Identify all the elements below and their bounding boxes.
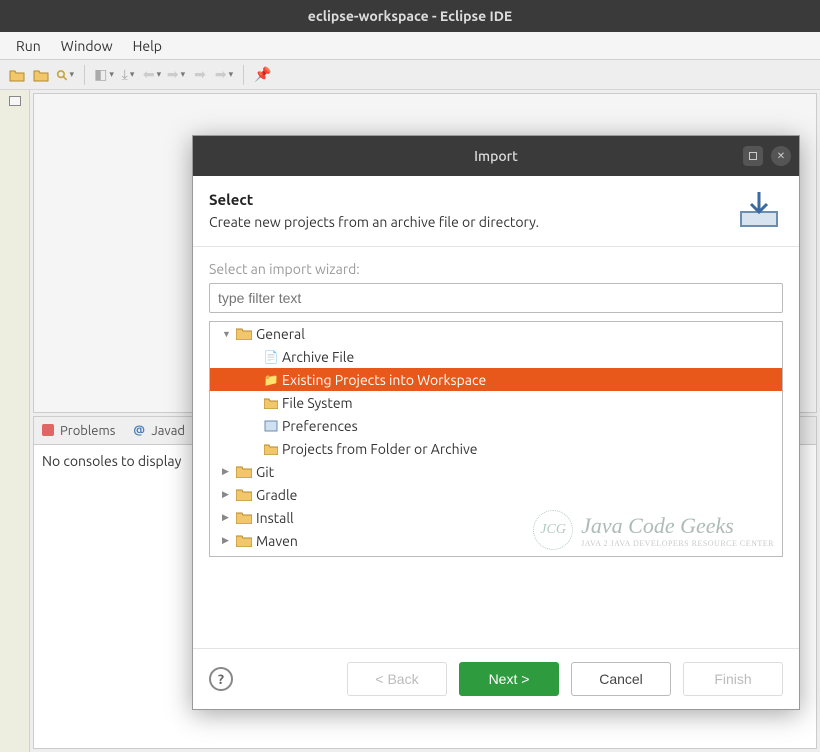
nav-icon[interactable]: ⤓ — [119, 66, 137, 84]
menubar: Run Window Help — [0, 32, 820, 60]
file-system-icon — [264, 396, 278, 410]
tree-node-archive-file[interactable]: 📄 Archive File — [210, 345, 782, 368]
dialog-header-title: Select — [209, 191, 539, 208]
chevron-down-icon: ▼ — [222, 329, 232, 339]
tree-label-projectsfolder: Projects from Folder or Archive — [282, 441, 478, 457]
tree-label-existing: Existing Projects into Workspace — [282, 372, 486, 388]
tree-node-projects-folder[interactable]: Projects from Folder or Archive — [210, 437, 782, 460]
chevron-right-icon: ▶ — [222, 535, 232, 546]
chevron-right-icon: ▶ — [222, 489, 232, 500]
tree-label-gradle: Gradle — [256, 487, 297, 503]
left-strip — [0, 90, 30, 752]
tree-node-general[interactable]: ▼ General — [210, 322, 782, 345]
archive-file-icon: 📄 — [264, 350, 278, 364]
import-wizard-tree[interactable]: ▼ General 📄 Archive File 📁 Existing Proj… — [209, 321, 783, 557]
nav-forward2-icon[interactable]: ➡ — [191, 66, 209, 84]
folder-icon — [236, 327, 252, 340]
tree-node-git[interactable]: ▶ Git — [210, 460, 782, 483]
tree-label-archive: Archive File — [282, 349, 354, 365]
import-dialog: Import ✕ Select Create new projects from… — [192, 135, 800, 710]
tab-javadoc[interactable]: @ Javad — [129, 422, 189, 440]
cancel-button[interactable]: Cancel — [571, 662, 671, 696]
search-dropdown-icon[interactable] — [56, 66, 74, 84]
tree-label-preferences: Preferences — [282, 418, 358, 434]
tree-node-maven[interactable]: ▶ Maven — [210, 529, 782, 552]
tree-node-preferences[interactable]: Preferences — [210, 414, 782, 437]
save-icon[interactable] — [32, 66, 50, 84]
chevron-right-icon: ▶ — [222, 466, 232, 477]
next-button[interactable]: Next > — [459, 662, 559, 696]
menu-help[interactable]: Help — [123, 34, 172, 58]
pin-icon[interactable]: 📌 — [254, 66, 272, 84]
nav-forward-icon[interactable]: ➡ — [167, 66, 185, 84]
folder-icon — [236, 511, 252, 524]
folder-icon — [236, 465, 252, 478]
tree-label-install: Install — [256, 510, 294, 526]
toggle-icon[interactable]: ◧ — [95, 66, 113, 84]
toolbar: ◧ ⤓ ⬅ ➡ ➡ ➡ 📌 — [0, 60, 820, 90]
tree-label-general: General — [256, 326, 305, 342]
minimize-view-icon[interactable] — [9, 96, 21, 106]
dialog-body: Select an import wizard: ▼ General 📄 Arc… — [193, 247, 799, 648]
help-button[interactable]: ? — [209, 667, 233, 691]
back-button[interactable]: < Back — [347, 662, 447, 696]
projects-folder-icon — [264, 442, 278, 456]
filter-input[interactable] — [209, 283, 783, 313]
console-text: No consoles to display — [42, 453, 181, 469]
nav-forward3-icon[interactable]: ➡ — [215, 66, 233, 84]
window-titlebar: eclipse-workspace - Eclipse IDE — [0, 0, 820, 32]
import-wizard-icon — [735, 186, 783, 234]
existing-projects-icon: 📁 — [264, 373, 278, 387]
tree-node-gradle[interactable]: ▶ Gradle — [210, 483, 782, 506]
problems-icon — [42, 424, 56, 438]
chevron-right-icon: ▶ — [222, 512, 232, 523]
tree-node-existing-projects[interactable]: 📁 Existing Projects into Workspace — [210, 368, 782, 391]
tree-label-filesystem: File System — [282, 395, 353, 411]
dialog-header-desc: Create new projects from an archive file… — [209, 214, 539, 230]
preferences-icon — [264, 419, 278, 433]
dialog-close-button[interactable]: ✕ — [771, 146, 791, 166]
tab-problems[interactable]: Problems — [38, 422, 119, 440]
folder-icon — [236, 488, 252, 501]
tab-problems-label: Problems — [60, 424, 115, 438]
menu-run[interactable]: Run — [6, 34, 51, 58]
dialog-maximize-button[interactable] — [743, 146, 763, 166]
tree-label-maven: Maven — [256, 533, 298, 549]
dialog-title: Import — [474, 148, 518, 164]
wizard-label: Select an import wizard: — [209, 261, 783, 277]
dialog-titlebar: Import ✕ — [193, 136, 799, 176]
tree-node-install[interactable]: ▶ Install — [210, 506, 782, 529]
tab-javadoc-label: Javad — [151, 424, 185, 438]
toolbar-divider — [84, 65, 85, 85]
tree-label-git: Git — [256, 464, 274, 480]
dialog-footer: ? < Back Next > Cancel Finish — [193, 649, 799, 709]
dialog-header: Select Create new projects from an archi… — [193, 176, 799, 247]
folder-icon — [236, 534, 252, 547]
javadoc-icon: @ — [133, 424, 147, 438]
tree-node-file-system[interactable]: File System — [210, 391, 782, 414]
finish-button[interactable]: Finish — [683, 662, 783, 696]
window-title: eclipse-workspace - Eclipse IDE — [308, 8, 512, 24]
menu-window[interactable]: Window — [51, 34, 123, 58]
toolbar-divider-2 — [243, 65, 244, 85]
nav-back-icon[interactable]: ⬅ — [143, 66, 161, 84]
open-folder-icon[interactable] — [8, 66, 26, 84]
